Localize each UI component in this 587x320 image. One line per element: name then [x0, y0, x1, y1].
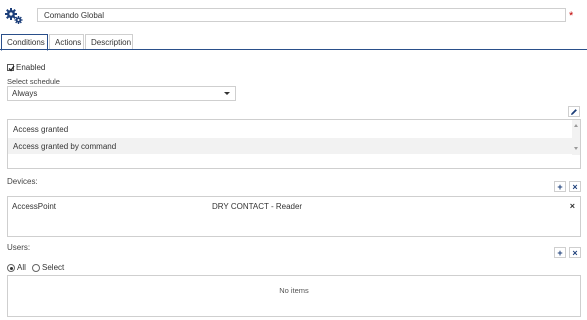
schedule-select[interactable]: Always [7, 86, 236, 101]
tab-description[interactable]: Description [85, 34, 133, 50]
empty-state-text: No items [279, 286, 309, 295]
add-device-button[interactable]: + [554, 181, 566, 192]
enabled-checkbox[interactable] [7, 64, 15, 72]
radio-all[interactable] [7, 264, 15, 272]
tab-actions[interactable]: Actions [49, 34, 84, 50]
remove-users-button[interactable]: × [569, 247, 581, 258]
required-indicator: * [569, 10, 574, 22]
list-item[interactable]: Access granted [8, 121, 573, 137]
plus-icon: + [557, 247, 563, 258]
delete-device-icon[interactable]: × [570, 201, 575, 211]
list-item-selected[interactable]: Access granted by command [8, 138, 573, 154]
devices-label: Devices: [7, 177, 38, 186]
plus-icon: + [557, 181, 563, 192]
edit-access-button[interactable] [568, 106, 580, 117]
tabs-underline [0, 49, 587, 50]
schedule-selected-value: Always [12, 89, 38, 98]
close-icon: × [572, 181, 578, 192]
scroll-down-icon[interactable] [574, 147, 578, 150]
add-user-button[interactable]: + [554, 247, 566, 258]
remove-devices-button[interactable]: × [569, 181, 581, 192]
enabled-label: Enabled [16, 63, 46, 72]
users-list: No items [7, 275, 581, 317]
access-listbox[interactable]: Access granted Access granted by command [7, 119, 581, 169]
pencil-icon [571, 108, 577, 115]
device-name: AccessPoint [12, 202, 57, 211]
device-type: DRY CONTACT - Reader [212, 202, 303, 211]
gears-icon [5, 8, 23, 24]
radio-select[interactable] [32, 264, 40, 272]
chevron-down-icon [224, 92, 230, 95]
close-icon: × [572, 247, 578, 258]
devices-list: AccessPoint DRY CONTACT - Reader × [7, 196, 581, 237]
command-name-input[interactable] [37, 8, 566, 22]
schedule-label: Select schedule [7, 77, 60, 86]
radio-select-label: Select [42, 263, 65, 272]
scroll-up-icon[interactable] [574, 124, 578, 127]
users-label: Users: [7, 243, 31, 252]
radio-all-label: All [17, 263, 26, 272]
listbox-scrollbar[interactable] [572, 120, 580, 155]
